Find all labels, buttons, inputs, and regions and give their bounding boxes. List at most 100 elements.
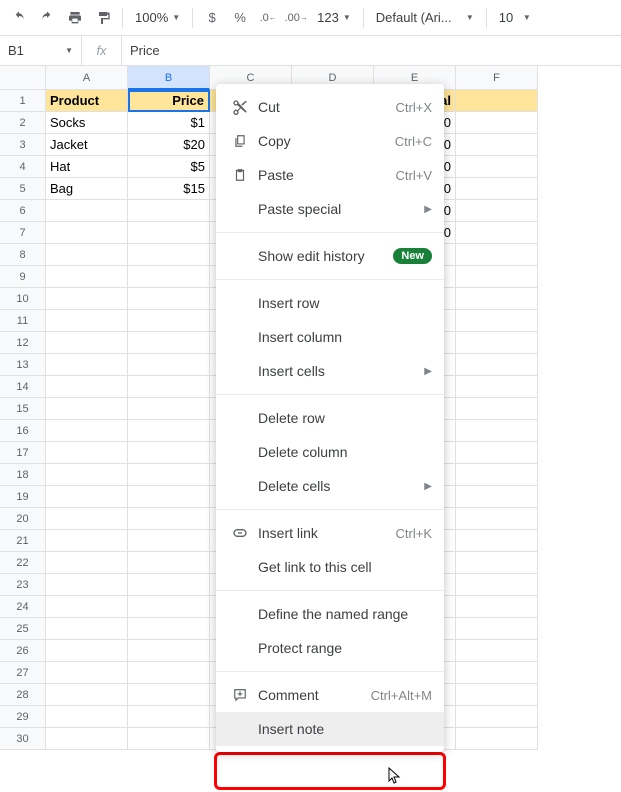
cell[interactable] bbox=[46, 244, 128, 266]
row-header[interactable]: 14 bbox=[0, 376, 46, 398]
format-currency-button[interactable]: $ bbox=[199, 5, 225, 31]
row-header[interactable]: 4 bbox=[0, 156, 46, 178]
ctx-delete-column[interactable]: Delete column bbox=[216, 435, 444, 469]
cell[interactable] bbox=[456, 442, 538, 464]
cell[interactable] bbox=[128, 266, 210, 288]
select-all-corner[interactable] bbox=[0, 66, 46, 90]
col-header-F[interactable]: F bbox=[456, 66, 538, 90]
cell[interactable] bbox=[128, 618, 210, 640]
cell[interactable] bbox=[46, 640, 128, 662]
row-header[interactable]: 3 bbox=[0, 134, 46, 156]
row-header[interactable]: 8 bbox=[0, 244, 46, 266]
cell[interactable] bbox=[46, 398, 128, 420]
cell[interactable] bbox=[128, 574, 210, 596]
ctx-insert-link[interactable]: Insert link Ctrl+K bbox=[216, 516, 444, 550]
cell[interactable] bbox=[128, 662, 210, 684]
cell[interactable]: $5 bbox=[128, 156, 210, 178]
ctx-cut[interactable]: Cut Ctrl+X bbox=[216, 90, 444, 124]
ctx-insert-column[interactable]: Insert column bbox=[216, 320, 444, 354]
font-family-dropdown[interactable]: Default (Ari...▼ bbox=[370, 10, 480, 25]
cell[interactable] bbox=[456, 310, 538, 332]
cell[interactable] bbox=[456, 112, 538, 134]
print-button[interactable] bbox=[62, 5, 88, 31]
cell[interactable] bbox=[46, 508, 128, 530]
cell[interactable] bbox=[46, 486, 128, 508]
row-header[interactable]: 26 bbox=[0, 640, 46, 662]
row-header[interactable]: 13 bbox=[0, 354, 46, 376]
cell[interactable] bbox=[46, 222, 128, 244]
cell[interactable] bbox=[456, 398, 538, 420]
cell[interactable]: $20 bbox=[128, 134, 210, 156]
row-header[interactable]: 5 bbox=[0, 178, 46, 200]
cell[interactable] bbox=[128, 552, 210, 574]
cell[interactable] bbox=[456, 266, 538, 288]
cell[interactable] bbox=[46, 354, 128, 376]
cell[interactable] bbox=[128, 442, 210, 464]
ctx-get-link[interactable]: Get link to this cell bbox=[216, 550, 444, 584]
col-header-A[interactable]: A bbox=[46, 66, 128, 90]
cell[interactable] bbox=[46, 200, 128, 222]
ctx-insert-cells[interactable]: Insert cells▶ bbox=[216, 354, 444, 388]
cell[interactable] bbox=[128, 222, 210, 244]
ctx-insert-row[interactable]: Insert row bbox=[216, 286, 444, 320]
cell[interactable] bbox=[456, 552, 538, 574]
cell[interactable] bbox=[128, 310, 210, 332]
cell[interactable] bbox=[456, 706, 538, 728]
ctx-delete-cells[interactable]: Delete cells▶ bbox=[216, 469, 444, 503]
cell[interactable]: $15 bbox=[128, 178, 210, 200]
cell[interactable] bbox=[46, 464, 128, 486]
cell[interactable] bbox=[128, 684, 210, 706]
cell[interactable] bbox=[456, 640, 538, 662]
ctx-insert-note[interactable]: Insert note bbox=[216, 712, 444, 746]
cell[interactable] bbox=[456, 376, 538, 398]
cell[interactable] bbox=[128, 332, 210, 354]
cell[interactable] bbox=[128, 640, 210, 662]
cell[interactable]: Bag bbox=[46, 178, 128, 200]
cell[interactable] bbox=[456, 288, 538, 310]
row-header[interactable]: 17 bbox=[0, 442, 46, 464]
formula-input[interactable]: Price bbox=[122, 43, 168, 58]
format-percent-button[interactable]: % bbox=[227, 5, 253, 31]
cell[interactable]: Product bbox=[46, 90, 128, 112]
decrease-decimal-button[interactable]: .0← bbox=[255, 5, 281, 31]
cell[interactable]: Price bbox=[128, 90, 210, 112]
cell[interactable] bbox=[128, 200, 210, 222]
font-size-dropdown[interactable]: 10▼ bbox=[493, 10, 537, 25]
row-header[interactable]: 15 bbox=[0, 398, 46, 420]
ctx-protect-range[interactable]: Protect range bbox=[216, 631, 444, 665]
cell[interactable] bbox=[46, 684, 128, 706]
cell[interactable] bbox=[46, 530, 128, 552]
row-header[interactable]: 24 bbox=[0, 596, 46, 618]
row-header[interactable]: 18 bbox=[0, 464, 46, 486]
cell[interactable] bbox=[46, 728, 128, 750]
cell[interactable] bbox=[46, 618, 128, 640]
row-header[interactable]: 6 bbox=[0, 200, 46, 222]
row-header[interactable]: 19 bbox=[0, 486, 46, 508]
ctx-copy[interactable]: Copy Ctrl+C bbox=[216, 124, 444, 158]
cell[interactable] bbox=[456, 156, 538, 178]
row-header[interactable]: 23 bbox=[0, 574, 46, 596]
cell[interactable] bbox=[456, 354, 538, 376]
cell[interactable] bbox=[46, 596, 128, 618]
cell[interactable] bbox=[46, 706, 128, 728]
row-header[interactable]: 11 bbox=[0, 310, 46, 332]
cell[interactable] bbox=[46, 420, 128, 442]
ctx-edit-history[interactable]: Show edit history New bbox=[216, 239, 444, 273]
row-header[interactable]: 21 bbox=[0, 530, 46, 552]
cell[interactable] bbox=[128, 244, 210, 266]
cell[interactable] bbox=[456, 200, 538, 222]
cell[interactable] bbox=[128, 398, 210, 420]
redo-button[interactable] bbox=[34, 5, 60, 31]
cell[interactable] bbox=[46, 662, 128, 684]
row-header[interactable]: 29 bbox=[0, 706, 46, 728]
undo-button[interactable] bbox=[6, 5, 32, 31]
cell[interactable] bbox=[456, 508, 538, 530]
row-header[interactable]: 9 bbox=[0, 266, 46, 288]
cell[interactable] bbox=[46, 332, 128, 354]
ctx-paste-special[interactable]: Paste special ▶ bbox=[216, 192, 444, 226]
cell[interactable]: Hat bbox=[46, 156, 128, 178]
cell[interactable] bbox=[46, 288, 128, 310]
cell[interactable] bbox=[46, 442, 128, 464]
cell[interactable] bbox=[128, 376, 210, 398]
cell[interactable] bbox=[128, 288, 210, 310]
